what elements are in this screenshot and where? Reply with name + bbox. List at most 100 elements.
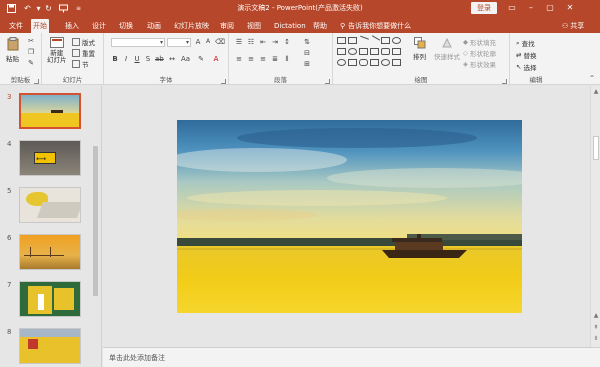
prev-slide-icon[interactable]: ⇞ — [591, 324, 600, 331]
new-slide-label: 新建 幻灯片 — [47, 49, 67, 64]
notes-pane[interactable]: 单击此处添加备注 — [103, 347, 600, 367]
collapse-ribbon-icon[interactable]: ^ — [588, 75, 596, 83]
align-right-icon[interactable]: ≡ — [259, 55, 267, 63]
align-left-icon[interactable]: ≡ — [235, 55, 243, 63]
line-spacing-icon[interactable]: ↕ — [283, 38, 291, 46]
redo-icon[interactable]: ↻ — [43, 3, 54, 14]
strikethrough-icon[interactable]: ab — [155, 55, 164, 63]
clear-format-icon[interactable]: ⌫ — [215, 38, 225, 46]
drawing-launcher-icon[interactable] — [502, 79, 507, 84]
tab-view[interactable]: 视图 — [245, 19, 263, 33]
underline-icon[interactable]: U — [133, 55, 141, 63]
font-color-icon[interactable]: A — [212, 55, 220, 63]
replace-label: 替换 — [523, 52, 537, 60]
italic-icon[interactable]: I — [122, 55, 130, 63]
save-icon[interactable] — [6, 3, 17, 14]
arrange-icon — [413, 37, 425, 49]
current-slide[interactable] — [177, 120, 522, 313]
reset-button[interactable]: 重置 — [72, 48, 95, 58]
main-scrollbar[interactable]: ▲ ▲ ⇞ ⇟ — [590, 86, 600, 347]
slide-thumbnail-3[interactable] — [19, 93, 81, 129]
lightbulb-icon: ⚲ — [340, 22, 346, 30]
format-painter-icon[interactable]: ✎ — [27, 59, 35, 67]
clipboard-launcher-icon[interactable] — [34, 79, 39, 84]
fill-label: 形状填充 — [470, 39, 496, 47]
paste-button[interactable]: 粘贴 — [6, 37, 19, 63]
tab-review[interactable]: 审阅 — [218, 19, 236, 33]
ribbon-display-icon[interactable]: ▭ — [504, 2, 520, 14]
copy-icon[interactable]: ❐ — [27, 48, 35, 56]
increase-indent-icon[interactable]: ⇥ — [271, 38, 279, 46]
slide-thumbnail-8[interactable] — [19, 328, 81, 364]
chevron-down-icon: ▾ — [159, 39, 163, 46]
slide-thumbnail-7[interactable] — [19, 281, 81, 317]
align-center-icon[interactable]: ≡ — [247, 55, 255, 63]
justify-icon[interactable]: ≣ — [271, 55, 279, 63]
slide-number: 6 — [7, 234, 12, 242]
shape-effects-button[interactable]: ◈ 形状效果 — [463, 59, 496, 69]
minimize-icon[interactable]: – — [523, 2, 539, 14]
numbering-icon[interactable]: ☷ — [247, 38, 255, 46]
layout-button[interactable]: 版式 — [72, 37, 95, 47]
maximize-icon[interactable]: ▢ — [542, 2, 558, 14]
decrease-font-icon[interactable]: A — [204, 38, 212, 46]
fill-icon: ◆ — [463, 38, 468, 46]
scrollbar-thumb[interactable] — [93, 146, 98, 296]
present-icon[interactable] — [58, 3, 69, 14]
paragraph-launcher-icon[interactable] — [325, 79, 330, 84]
text-direction-icon[interactable]: ⇅ — [303, 38, 311, 46]
section-label: 节 — [82, 61, 89, 69]
arrange-button[interactable]: 排列 — [413, 37, 426, 61]
font-size-select[interactable]: ▾ — [167, 38, 191, 47]
scroll-up-icon[interactable]: ▲ — [591, 88, 600, 95]
undo-icon[interactable]: ↶ — [22, 3, 33, 14]
font-name-select[interactable]: ▾ — [111, 38, 165, 47]
tab-insert[interactable]: 插入 — [63, 19, 81, 33]
replace-icon: ⇄ — [516, 51, 522, 59]
columns-icon[interactable]: ⫴ — [283, 55, 291, 63]
align-text-icon[interactable]: ⊟ — [303, 49, 311, 57]
close-icon[interactable]: ✕ — [562, 2, 578, 14]
tab-home[interactable]: 开始 — [31, 19, 49, 33]
new-slide-button[interactable]: 新建 幻灯片 — [47, 37, 67, 64]
tab-animations[interactable]: 动画 — [145, 19, 163, 33]
tab-dictation[interactable]: Dictation — [272, 19, 308, 33]
decrease-indent-icon[interactable]: ⇤ — [259, 38, 267, 46]
tab-design[interactable]: 设计 — [90, 19, 108, 33]
spacing-icon[interactable]: ↔ — [168, 55, 176, 63]
tell-me-search[interactable]: ⚲ 告诉我你想要做什么 — [340, 19, 411, 33]
tab-file[interactable]: 文件 — [7, 19, 25, 33]
quick-styles-button[interactable]: 快速样式 — [434, 37, 460, 61]
slides-label: 幻灯片 — [62, 76, 83, 84]
scrollbar-thumb[interactable] — [593, 136, 599, 160]
customize-icon[interactable]: ≡ — [73, 3, 84, 14]
shapes-gallery[interactable] — [337, 35, 407, 71]
tab-help[interactable]: 帮助 — [311, 19, 329, 33]
shape-fill-button[interactable]: ◆ 形状填充 — [463, 37, 496, 47]
change-case-icon[interactable]: Aa — [181, 55, 190, 63]
share-button[interactable]: ⚇ 共享 — [562, 19, 584, 33]
tab-transitions[interactable]: 切换 — [117, 19, 135, 33]
font-launcher-icon[interactable] — [221, 79, 226, 84]
increase-font-icon[interactable]: A — [194, 38, 202, 46]
shadow-icon[interactable]: S — [144, 55, 152, 63]
scroll-up-icon[interactable]: ▲ — [591, 312, 600, 319]
bold-icon[interactable]: B — [111, 55, 119, 63]
replace-button[interactable]: ⇄ 替换 — [516, 50, 536, 60]
bullets-icon[interactable]: ☰ — [235, 38, 243, 46]
section-button[interactable]: 节 — [72, 59, 89, 69]
smartart-icon[interactable]: ⊞ — [303, 60, 311, 68]
slide-thumbnail-5[interactable] — [19, 187, 81, 223]
login-button[interactable]: 登录 — [471, 2, 497, 14]
find-button[interactable]: ⌕ 查找 — [516, 38, 535, 49]
thumbnail-scrollbar[interactable] — [92, 146, 99, 367]
slide-thumbnail-4[interactable]: ⟷ — [19, 140, 81, 176]
select-button[interactable]: ↖ 选择 — [516, 62, 536, 72]
next-slide-icon[interactable]: ⇟ — [591, 335, 600, 342]
tab-slideshow[interactable]: 幻灯片放映 — [172, 19, 211, 33]
shape-outline-button[interactable]: ◇ 形状轮廓 — [463, 48, 496, 58]
slide-thumbnail-6[interactable] — [19, 234, 81, 270]
highlight-icon[interactable]: ✎ — [197, 55, 205, 63]
cut-icon[interactable]: ✂ — [27, 37, 35, 45]
editing-label: 编辑 — [529, 76, 543, 84]
